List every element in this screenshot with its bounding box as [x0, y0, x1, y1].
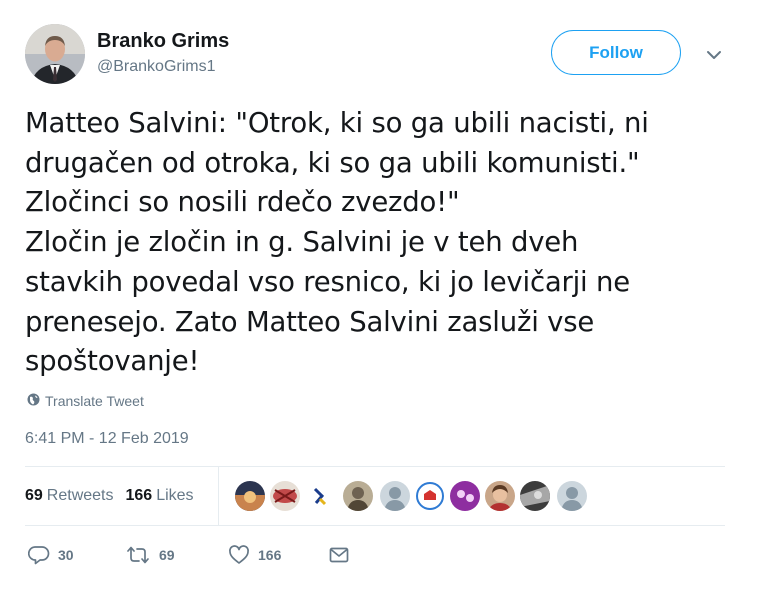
caret-down-icon[interactable]: [705, 46, 723, 64]
stats-divider: [218, 467, 219, 525]
translate-label: Translate Tweet: [45, 393, 144, 409]
liker-avatar[interactable]: [557, 481, 587, 511]
message-icon: [328, 544, 350, 566]
tweet-line: Zločinci so nosili rdečo zvezdo!": [25, 186, 460, 219]
retweet-button[interactable]: 69: [125, 542, 175, 568]
tweet-text: Matteo Salvini: "Otrok, ki so ga ubili n…: [25, 104, 740, 382]
tweet-line: Zločin je zločin in g. Salvini je v teh …: [25, 226, 579, 259]
heart-icon: [228, 544, 250, 566]
tweet-line: Matteo Salvini: "Otrok, ki so ga ubili n…: [25, 107, 649, 139]
tweet-line: prenesejo. Zato Matteo Salvini zasluži v…: [25, 305, 595, 338]
reply-icon: [28, 544, 50, 566]
retweet-count: 69: [159, 547, 175, 563]
like-count: 166: [258, 547, 282, 563]
reply-count: 30: [58, 547, 74, 563]
likes-count: 166: [125, 487, 153, 504]
divider: [25, 525, 725, 526]
liker-avatar[interactable]: [520, 481, 550, 511]
liker-avatar[interactable]: [380, 481, 410, 511]
translate-tweet-link[interactable]: Translate Tweet: [27, 392, 144, 410]
likes-label: Likes: [156, 487, 194, 504]
liker-avatar[interactable]: [485, 481, 515, 511]
likes-stat[interactable]: 166 Likes: [126, 487, 194, 505]
liker-avatar[interactable]: [343, 481, 373, 511]
tweet-line: drugačen od otroka, ki so ga ubili komun…: [25, 146, 640, 179]
liker-avatar[interactable]: [450, 481, 480, 511]
tweet-stats: 69 Retweets 166 Likes: [25, 486, 206, 506]
author-name[interactable]: Branko Grims: [97, 30, 229, 53]
divider: [25, 466, 725, 467]
tweet-line: stavkih povedal vso resnico, ki jo levič…: [25, 265, 630, 298]
author-handle[interactable]: @BrankoGrims1: [97, 58, 216, 76]
liker-avatar[interactable]: [305, 481, 335, 511]
retweets-stat[interactable]: 69 Retweets: [25, 487, 114, 505]
liker-avatar[interactable]: [270, 481, 300, 511]
author-avatar[interactable]: [25, 24, 85, 84]
tweet-timestamp[interactable]: 6:41 PM - 12 Feb 2019: [25, 430, 189, 448]
tweet-line: spoštovanje!: [25, 345, 200, 378]
follow-button[interactable]: Follow: [551, 30, 681, 75]
globe-icon: [27, 393, 40, 409]
liker-avatar[interactable]: [415, 481, 445, 511]
retweets-label: Retweets: [46, 487, 114, 504]
liker-avatar[interactable]: [235, 481, 265, 511]
like-button[interactable]: 166: [228, 542, 281, 568]
retweet-icon: [125, 544, 151, 566]
direct-message-button[interactable]: [328, 542, 350, 568]
reply-button[interactable]: 30: [28, 542, 74, 568]
retweets-count: 69: [25, 487, 43, 504]
